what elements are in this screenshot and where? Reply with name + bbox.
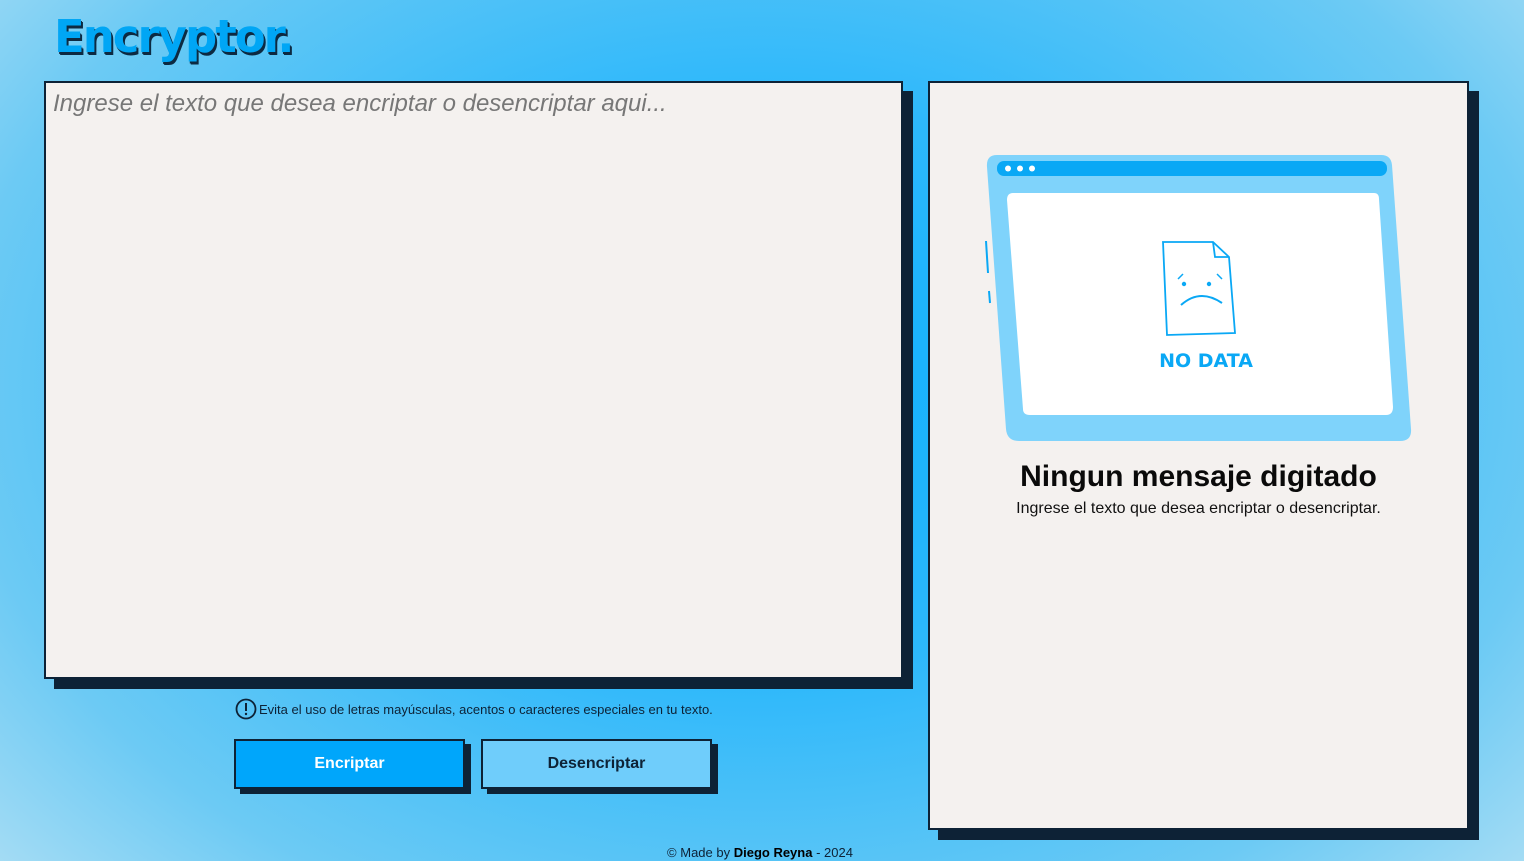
warning-note: Evita el uso de letras mayúsculas, acent… [235, 698, 713, 720]
exclamation-circle-icon [235, 698, 257, 720]
footer-author: Diego Reyna [733, 845, 813, 860]
no-data-label: NO DATA [1159, 350, 1253, 372]
input-panel [44, 81, 903, 679]
output-panel: NO DATA Ningun mensaje digitado Ingrese … [928, 81, 1469, 830]
decrypt-button[interactable]: Desencriptar [481, 739, 712, 789]
footer-prefix: © Made by [667, 845, 734, 860]
footer: © Made by Diego Reyna - 2024 [0, 845, 1520, 860]
message-input[interactable] [46, 83, 901, 677]
encrypt-button[interactable]: Encriptar [234, 739, 465, 789]
footer-suffix: - 2024 [812, 845, 853, 860]
app-logo: Encryptor. [54, 10, 294, 63]
empty-state-subtitle: Ingrese el texto que desea encriptar o d… [1016, 500, 1381, 517]
empty-state-title: Ningun mensaje digitado [1020, 460, 1377, 493]
warning-text: Evita el uso de letras mayúsculas, acent… [259, 701, 713, 717]
no-data-illustration: NO DATA [985, 155, 1412, 441]
